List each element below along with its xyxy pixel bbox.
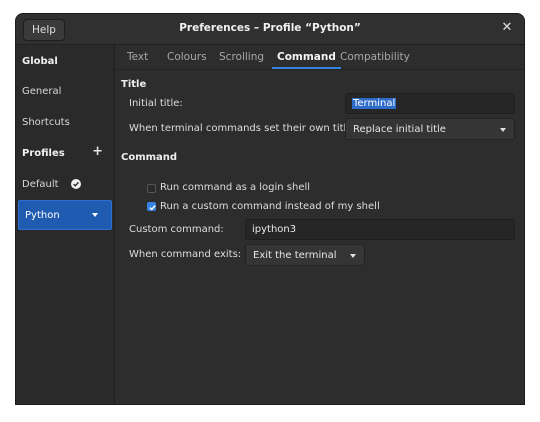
chevron-down-icon (500, 128, 506, 132)
initial-title-field[interactable]: Terminal (345, 93, 515, 114)
sidebar-item-default[interactable]: Default (16, 169, 114, 199)
custom-command-label: Custom command: (129, 224, 224, 235)
custom-command-input[interactable]: ipython3 (245, 219, 515, 240)
tab-colours[interactable]: Colours (167, 45, 207, 69)
tab-scrolling[interactable]: Scrolling (219, 45, 264, 69)
active-tab-indicator (272, 67, 341, 69)
command-exit-dropdown[interactable]: Exit the terminal (245, 244, 365, 266)
preferences-window: Help Preferences – Profile “Python” ✕ Gl… (16, 14, 524, 404)
sidebar-heading-label: Global (22, 55, 58, 67)
sidebar-heading-profiles: Profiles + (16, 138, 114, 168)
sidebar-heading-global: Global (16, 46, 114, 76)
tab-label: Text (127, 51, 149, 63)
tab-text[interactable]: Text (127, 45, 148, 69)
sidebar: Global General Shortcuts Profiles + Defa… (16, 45, 115, 404)
title-section-heading: Title (121, 79, 147, 90)
chevron-down-icon (350, 254, 356, 258)
sidebar-item-python[interactable]: Python (18, 200, 112, 230)
sidebar-item-label: General (22, 85, 62, 97)
tab-label: Command (277, 51, 336, 63)
sidebar-item-general[interactable]: General (16, 76, 114, 106)
tab-label: Compatibility (340, 51, 410, 63)
title-behaviour-label: When terminal commands set their own tit… (129, 123, 362, 134)
sidebar-item-shortcuts[interactable]: Shortcuts (16, 107, 114, 137)
title-behaviour-dropdown[interactable]: Replace initial title (345, 118, 515, 140)
tab-compatibility[interactable]: Compatibility (340, 45, 410, 69)
command-exit-label: When command exits: (129, 249, 242, 260)
checkmark-icon (149, 205, 156, 211)
sidebar-item-label: Python (25, 209, 60, 221)
title-behaviour-value: Replace initial title (353, 123, 446, 135)
login-shell-checkbox[interactable] (147, 184, 156, 193)
custom-command-toggle-label: Run a custom command instead of my shell (160, 201, 380, 212)
custom-command-value: ipython3 (252, 224, 297, 235)
main-content: Text Colours Scrolling Command Compatibi… (115, 45, 524, 404)
tab-bar: Text Colours Scrolling Command Compatibi… (115, 45, 524, 70)
close-icon[interactable]: ✕ (499, 20, 515, 36)
initial-title-value: Terminal (352, 98, 397, 109)
tab-label: Colours (167, 51, 207, 63)
command-exit-value: Exit the terminal (253, 249, 337, 261)
command-section-heading: Command (121, 152, 178, 163)
window-title: Preferences – Profile “Python” (179, 22, 361, 34)
initial-title-label: Initial title: (129, 98, 183, 109)
sidebar-item-label: Shortcuts (22, 116, 70, 128)
login-shell-label: Run command as a login shell (160, 182, 311, 193)
add-profile-icon[interactable]: + (92, 145, 103, 159)
tab-command[interactable]: Command (272, 45, 341, 69)
titlebar: Help Preferences – Profile “Python” ✕ (16, 14, 524, 45)
tab-label: Scrolling (219, 51, 265, 63)
profile-menu-chevron-down-icon[interactable] (92, 213, 98, 217)
sidebar-heading-label: Profiles (22, 147, 65, 159)
custom-command-checkbox[interactable] (147, 202, 156, 211)
sidebar-item-label: Default (22, 178, 59, 190)
default-profile-check-icon (71, 179, 81, 189)
